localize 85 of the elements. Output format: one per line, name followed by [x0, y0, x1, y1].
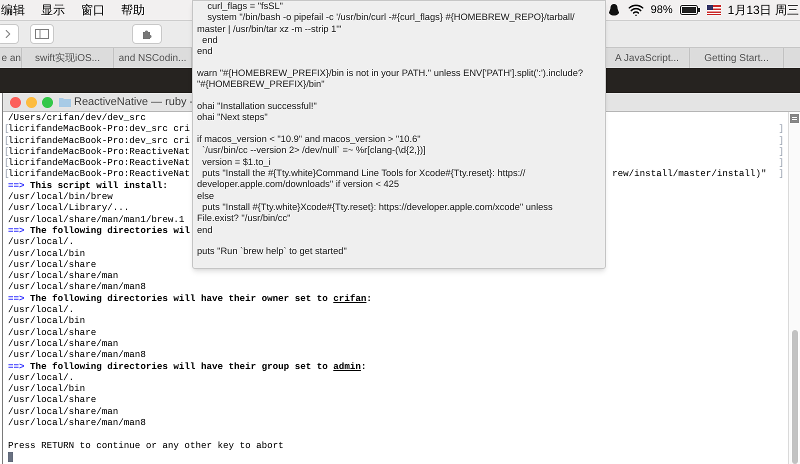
terminal-line: /usr/local/Library/...: [8, 202, 130, 214]
terminal-line: The following directories will have their group set to admin:: [30, 360, 366, 372]
code-line: version = $1.to_i: [201, 156, 272, 168]
terminal-line: /usr/local/.: [8, 236, 74, 248]
terminal-line: /usr/local/share/man/man8: [8, 417, 146, 428]
code-line: master | /usr/bin/tar xz -m --strip 1'": [197, 24, 342, 35]
code-line: warn "#{HOMEBREW_PREFIX}/bin is not in your PATH." unless ENV['PATH'].split(':').include?: [197, 68, 584, 80]
scrollbar-thumb[interactable]: [792, 330, 798, 464]
menu-item[interactable]: 编辑: [1, 1, 25, 19]
line-mark: [: [4, 123, 10, 135]
folder-icon: [59, 97, 71, 107]
menu-item[interactable]: 显示: [41, 1, 65, 19]
code-line: puts "Install the #{Tty.white}Command Line Tools for Xcode#{Tty.reset}: https://: [201, 168, 526, 180]
terminal-line: /Users/crifan/dev/dev_src: [8, 112, 146, 124]
line-mark: ]: [778, 168, 784, 180]
code-line: "#{HOMEBREW_PREFIX}/bin": [197, 79, 326, 91]
terminal-line: /usr/local/bin: [8, 315, 86, 327]
terminal-line: /usr/local/share: [8, 326, 96, 338]
puzzle-icon: [141, 28, 153, 40]
battery-icon[interactable]: [680, 5, 700, 15]
browser-tab[interactable]: e an: [0, 48, 22, 68]
sidebar-icon: [35, 29, 49, 39]
arrow-prompt: ==>: [8, 224, 25, 236]
terminal-line: licrifandeMacBook-Pro:ReactiveNat: [8, 157, 190, 168]
line-mark: ]: [778, 123, 784, 135]
terminal-line: /usr/local/bin/brew: [8, 191, 113, 202]
code-line: system "/bin/bash -o pipefail -c '/usr/bin/curl -#{curl_flags} #{HOMEBREW_REPO}/tarball/: [206, 12, 576, 24]
code-line: else: [197, 190, 216, 202]
code-line: puts "Run `brew help` to get started": [197, 246, 348, 258]
terminal-line: licrifandeMacBook-Pro:dev_src cri: [8, 123, 190, 135]
extension-button[interactable]: [132, 24, 162, 44]
terminal-line: licrifandeMacBook-Pro:dev_src cri: [8, 134, 190, 146]
line-mark: [: [4, 168, 10, 180]
flag-icon[interactable]: [706, 5, 721, 15]
arrow-prompt: ==>: [8, 180, 25, 192]
terminal-line: /usr/local/share/man: [8, 406, 118, 418]
terminal-line: /usr/local/.: [8, 372, 74, 384]
terminal-line: The following directories will have their owner set to crifan:: [30, 292, 372, 304]
menu-item[interactable]: 窗口: [81, 1, 105, 19]
code-line: File.exist? "/usr/bin/cc": [197, 213, 292, 225]
arrow-prompt: ==>: [8, 292, 25, 304]
line-mark: [: [4, 134, 10, 146]
code-line: end: [201, 34, 219, 46]
line-mark: [: [4, 157, 10, 168]
sidebar-button[interactable]: [30, 24, 54, 44]
terminal-line: /usr/local/share: [8, 258, 96, 270]
terminal-line: rew/install/master/install)": [612, 168, 766, 180]
line-mark: ]: [778, 146, 784, 158]
scrollbar[interactable]: [788, 112, 800, 464]
list-icon: [790, 114, 799, 123]
terminal-line: /usr/local/bin: [8, 383, 86, 394]
terminal-line: /usr/local/share/man: [8, 338, 118, 350]
terminal-line: /usr/local/share: [8, 394, 96, 406]
terminal-line: /usr/local/share/man/man8: [8, 349, 146, 361]
text-cursor: [8, 452, 13, 462]
code-line: end: [197, 46, 214, 58]
code-line: ohai "Next steps": [197, 112, 269, 124]
code-line: ohai "Installation successful!": [197, 101, 318, 112]
line-mark: [: [4, 146, 10, 158]
forward-button[interactable]: [0, 24, 19, 44]
terminal-line: /usr/local/.: [8, 304, 74, 316]
terminal-line: licrifandeMacBook-Pro:ReactiveNat: [8, 146, 190, 158]
terminal-line: This script will install:: [30, 180, 168, 192]
code-line: curl_flags = "fsSL": [206, 1, 284, 12]
arrow-prompt: ==>: [8, 360, 25, 372]
code-line: end: [197, 224, 214, 236]
terminal-line: /usr/local/share/man: [8, 270, 118, 282]
terminal-line: /usr/local/share/man/man8: [8, 281, 146, 293]
line-mark: ]: [778, 134, 784, 146]
terminal-line: /usr/local/share/man/man1/brew.1: [8, 214, 184, 225]
terminal-line: Press RETURN to continue or any other key to abort: [8, 440, 284, 451]
penguin-icon[interactable]: [606, 3, 621, 17]
battery-percent: 98%: [650, 2, 673, 18]
terminal-line: /usr/local/bin: [8, 248, 86, 259]
menu-item[interactable]: 帮助: [121, 1, 145, 19]
wifi-icon[interactable]: [628, 2, 644, 18]
clock[interactable]: 1月13日 周三: [728, 1, 799, 19]
line-mark: ]: [778, 157, 784, 168]
terminal-line: licrifandeMacBook-Pro:ReactiveNat: [8, 168, 190, 180]
code-line: developer.apple.com/downloads" if version < 425: [197, 179, 400, 191]
terminal-line: The following directories wil: [30, 224, 190, 236]
code-line: if macos_version < "10.9" and macos_version > "10.6": [197, 134, 422, 146]
code-line: `/usr/bin/cc --version 2> /dev/null` =~ %r[clang-(\d{2,})]: [201, 145, 427, 157]
code-line: puts "Install #{Tty.white}Xcode#{Tty.reset}: https://developer.apple.com/xcode" unless: [201, 202, 554, 214]
close-button[interactable]: [10, 96, 21, 108]
